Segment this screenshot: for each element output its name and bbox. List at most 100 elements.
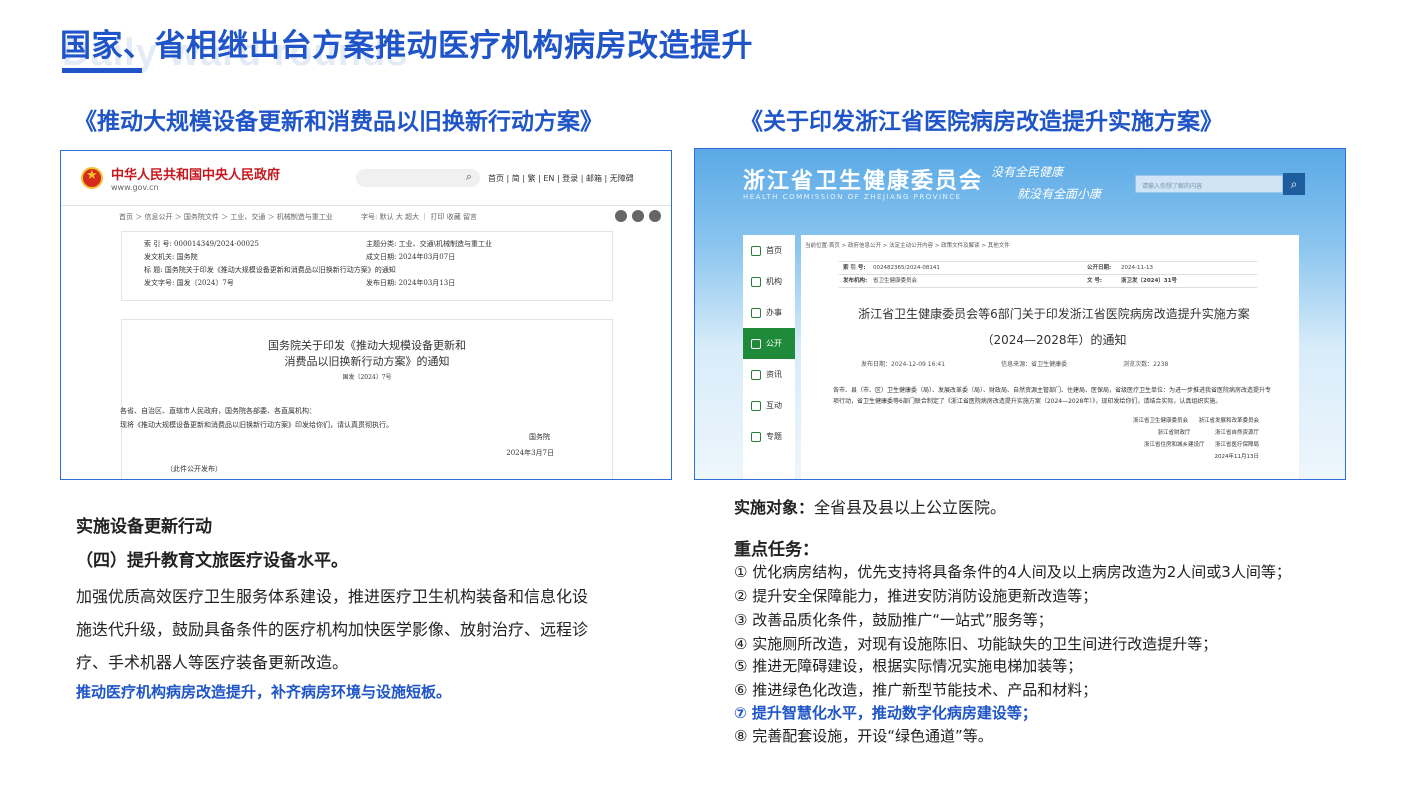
public-icon xyxy=(751,338,761,349)
task-item: ⑧ 完善配套设施，开设“绿色通道”等。 xyxy=(734,727,993,745)
qzone-share-icon[interactable] xyxy=(649,210,661,222)
gov-breadcrumb-text[interactable]: 首页 ＞ 信息公开 ＞ 国务院文件 ＞ 工业、交通 ＞ 机械制造与重工业 xyxy=(119,213,333,221)
meta-left: 发文机关: 国务院 xyxy=(144,253,198,261)
gov-crumb-tools[interactable]: 字号: 默认 大 超大 ｜ 打印 收藏 留言 xyxy=(361,213,477,221)
view-count: 浏览次数：2238 xyxy=(1123,361,1169,368)
zj-site-english-name: HEALTH COMMISSION OF ZHEJIANG PROVINCE xyxy=(743,193,962,201)
meta-right: 成文日期: 2024年03月07日 xyxy=(366,253,456,261)
task-item: ⑥ 推进绿色化改造，推广新型节能技术、产品和材料； xyxy=(734,681,1098,699)
meta-value: 省卫生健康委员会 xyxy=(873,278,918,284)
doc-body: 各省、自治区、直辖市人民政府，国务院各部委、各直属机构： 现将《推动大规模设备更… xyxy=(120,404,393,432)
doc-title-line-1: 国务院关于印发《推动大规模设备更新和 xyxy=(268,339,466,352)
zj-search-input[interactable]: 请输入你想了解的内容 xyxy=(1135,175,1283,193)
doc-number: 国发〔2024〕7号 xyxy=(342,374,392,381)
zj-sidebar-nav: 首页 机构 办事 公开 资讯 互动 专题 xyxy=(743,235,795,479)
services-icon xyxy=(751,307,761,318)
zj-slogan-line-1: 没有全民健康 xyxy=(991,165,1064,179)
meta-key: 公开日期: xyxy=(1087,265,1112,271)
home-icon xyxy=(751,245,761,256)
nav-item-news[interactable]: 资讯 xyxy=(743,359,795,390)
gov-logo-text: 中华人民共和国中央人民政府 www.gov.cn xyxy=(111,164,280,192)
weibo-share-icon[interactable] xyxy=(632,210,644,222)
meta-row: 发布机构: 省卫生健康委员会 文 号: 浙卫发〔2024〕31号 xyxy=(839,275,1257,288)
doc-body-line: 现将《推动大规模设备更新和消费品以旧换新行动方案》印发给你们，请认真贯彻执行。 xyxy=(120,421,393,429)
meta-row: 索 引 号: 000014349/2024-00025 主题分类: 工业、交通\机… xyxy=(144,238,612,251)
meta-row: 索 引 号: 002482365/2024-08141 公开日期: 2024-11-… xyxy=(839,262,1257,275)
meta-key: 发布机构: xyxy=(843,278,868,284)
doc-footnote: （此件公开发布） xyxy=(166,465,222,473)
task-item-highlight: ⑦ 提升智慧化水平，推动数字化病房建设等； xyxy=(734,704,1037,722)
task-item: ③ 改善品质化条件，鼓励推广“一站式”服务等； xyxy=(734,611,1053,629)
meta-left: 标 题: 国务院关于印发《推动大规模设备更新和消费品以旧换新行动方案》的通知 xyxy=(144,266,396,274)
zj-screenshot: 浙江省卫生健康委员会 HEALTH COMMISSION OF ZHEJIANG… xyxy=(694,148,1346,480)
right-heading: 《关于印发浙江省医院病房改造提升实施方案》 xyxy=(740,109,1223,135)
nav-item-interact[interactable]: 互动 xyxy=(743,390,795,421)
nav-item-public[interactable]: 公开 xyxy=(743,328,795,359)
gov-site-name: 中华人民共和国中央人民政府 xyxy=(111,168,281,183)
left-sub-title: （四）提升教育文旅医疗设备水平。 xyxy=(76,551,348,571)
interact-icon xyxy=(751,400,761,411)
doc-body-line: 各省、自治区、直辖市人民政府，国务院各部委、各直属机构： xyxy=(120,407,316,415)
task-item: ⑤ 推进无障碍建设，根据实际情况实施电梯加装等； xyxy=(734,657,1083,675)
meta-value: 2024-11-13 xyxy=(1121,265,1153,271)
nav-label: 首页 xyxy=(766,246,782,255)
meta-left: 发文字号: 国发〔2024〕7号 xyxy=(144,279,234,287)
gov-screenshot: 中华人民共和国中央人民政府 www.gov.cn ⌕ 首页 | 简 | 繁 | … xyxy=(60,150,672,480)
gov-top-links[interactable]: 首页 | 简 | 繁 | EN | 登录 | 邮箱 | 无障碍 xyxy=(488,173,634,184)
gov-site-url: www.gov.cn xyxy=(111,183,159,192)
meta-row: 发文机关: 国务院 成文日期: 2024年03月07日 xyxy=(144,251,612,264)
meta-left: 索 引 号: 000014349/2024-00025 xyxy=(144,240,259,248)
meta-value: 浙卫发〔2024〕31号 xyxy=(1121,278,1177,284)
nav-item-topics[interactable]: 专题 xyxy=(743,421,795,452)
meta-right: 主题分类: 工业、交通\机械制造与重工业 xyxy=(366,240,492,248)
task-item: ④ 实施厕所改造，对现有设施陈旧、功能缺失的卫生间进行改造提升等； xyxy=(734,635,1218,653)
left-section-title: 实施设备更新行动 xyxy=(76,517,212,537)
zj-slogan-line-2: 就没有全面小康 xyxy=(1017,187,1102,201)
zj-breadcrumb[interactable]: 当前位置:首页 > 政府信息公开 > 法定主动公开内容 > 政策文件及解读 > … xyxy=(801,235,1299,249)
gov-search-input[interactable]: ⌕ xyxy=(356,169,481,187)
wechat-share-icon[interactable] xyxy=(615,210,627,222)
gov-share-tools xyxy=(615,210,661,222)
gov-header: 中华人民共和国中央人民政府 www.gov.cn ⌕ 首页 | 简 | 繁 | … xyxy=(61,151,671,205)
target-line: 实施对象：全省县及县以上公立医院。 xyxy=(734,494,1006,518)
nav-item-home[interactable]: 首页 xyxy=(743,235,795,266)
nav-item-org[interactable]: 机构 xyxy=(743,266,795,297)
tasks-title: 重点任务： xyxy=(734,540,819,560)
left-heading: 《推动大规模设备更新和消费品以旧换新行动方案》 xyxy=(74,109,603,135)
zj-doc-title: 浙江省卫生健康委员会等6部门关于印发浙江省医院病房改造提升实施方案（2024—2… xyxy=(858,307,1250,347)
target-label: 实施对象： xyxy=(734,498,815,517)
org-icon xyxy=(751,276,761,287)
page-title: 国家、省相继出台方案推动医疗机构病房改造提升 xyxy=(60,28,753,64)
zj-doc-info: 发布日期：2024-12-09 16:41 信息来源：省卫生健康委 浏览次数：2… xyxy=(861,359,1168,368)
left-paragraph-line: 施迭代升级，鼓励具备条件的医疗机构加快医学影像、放射治疗、远程诊 xyxy=(76,620,589,639)
task-item: ② 提升安全保障能力，推进安防消防设施更新改造等； xyxy=(734,587,1098,605)
target-text: 全省县及县以上公立医院。 xyxy=(814,498,1007,517)
national-emblem-icon xyxy=(81,167,103,189)
zj-doc-body: 各市、县（市、区）卫生健康委（局）、发展改革委（局）、财政局、自然资源主管部门、… xyxy=(833,387,1272,405)
title-underline xyxy=(62,68,142,73)
doc-sign-date: 2024年3月7日 xyxy=(506,449,554,457)
doc-title-line-2: 消费品以旧换新行动方案》的通知 xyxy=(284,355,450,368)
gov-document: 国务院关于印发《推动大规模设备更新和 消费品以旧换新行动方案》的通知 国发〔20… xyxy=(120,319,613,479)
meta-row: 发文字号: 国发〔2024〕7号 发布日期: 2024年03月13日 xyxy=(144,277,612,290)
nav-item-services[interactable]: 办事 xyxy=(743,297,795,328)
left-paragraph-line: 疗、手术机器人等医疗装备更新改造。 xyxy=(76,653,349,672)
zj-meta-table: 索 引 号: 002482365/2024-08141 公开日期: 2024-11-… xyxy=(839,261,1257,288)
search-icon[interactable]: ⌕ xyxy=(466,170,472,184)
task-item: ① 优化病房结构，优先支持将具备条件的4人间及以上病房改造为2人间或3人间等； xyxy=(734,563,1291,581)
left-paragraph-line: 加强优质高效医疗卫生服务体系建设，推进医疗卫生机构装备和信息化设 xyxy=(76,587,589,606)
zj-signatories: 浙江省卫生健康委员会 浙江省发展和改革委员会 浙江省财政厅 浙江省自然资源厅 浙… xyxy=(1133,418,1259,460)
gov-breadcrumb: 首页 ＞ 信息公开 ＞ 国务院文件 ＞ 工业、交通 ＞ 机械制造与重工业 字号:… xyxy=(61,205,671,227)
doc-signatory: 国务院 xyxy=(529,433,550,441)
meta-key: 索 引 号: xyxy=(843,265,866,271)
zj-content: 当前位置:首页 > 政府信息公开 > 法定主动公开内容 > 政策文件及解读 > … xyxy=(801,235,1299,479)
nav-label: 办事 xyxy=(766,308,782,317)
topics-icon xyxy=(751,431,761,442)
nav-label: 公开 xyxy=(766,339,782,348)
meta-right: 发布日期: 2024年03月13日 xyxy=(366,279,456,287)
gov-meta-table: 索 引 号: 000014349/2024-00025 主题分类: 工业、交通\机… xyxy=(121,231,613,301)
nav-label: 资讯 xyxy=(766,370,782,379)
left-highlight: 推动医疗机构病房改造提升，补齐病房环境与设施短板。 xyxy=(76,683,452,701)
nav-label: 专题 xyxy=(766,432,782,441)
search-icon[interactable]: ⌕ xyxy=(1283,173,1305,195)
